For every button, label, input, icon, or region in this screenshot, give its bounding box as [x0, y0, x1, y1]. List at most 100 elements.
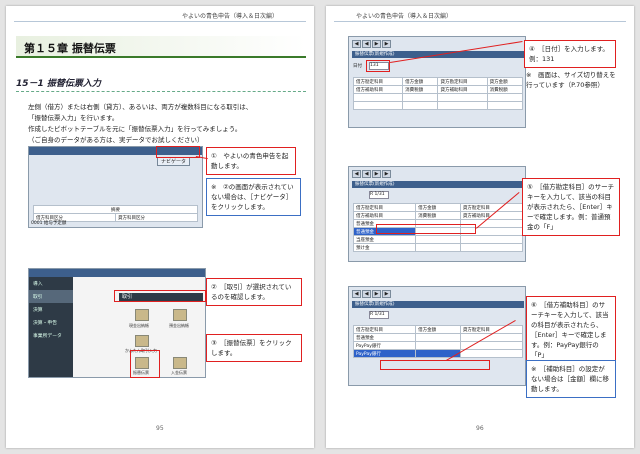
next-icon[interactable]: ▶ — [372, 290, 381, 298]
running-header: やよいの青色申告（導入＆日次編） — [356, 13, 453, 20]
icon-label: 現金出納帳 — [129, 323, 149, 328]
menu-item-selected[interactable]: 取引 — [29, 290, 73, 303]
col-header: 借方金額 — [402, 77, 439, 86]
ledger-icon[interactable] — [135, 309, 149, 321]
callout-4: ④ ［日付］を入力します。例：131 — [524, 40, 616, 68]
highlight-box — [114, 290, 206, 302]
grid-cell[interactable] — [415, 243, 461, 252]
deposit-slip-icon[interactable] — [173, 357, 187, 369]
grid-cell[interactable]: PayPay銀行 — [352, 341, 417, 350]
callout-5: ⑤ ［借方勘定科目］のサーチキーを入力して、該当の科目が表示されたら、［Ente… — [522, 178, 620, 236]
callout-2: ② ［取引］が選択されているのを確認します。 — [206, 278, 302, 306]
body-line: 「振替伝票入力」を行います。 — [28, 114, 119, 122]
menu-item[interactable]: 事業所データ — [29, 329, 73, 342]
menu-item[interactable]: 決算 — [29, 303, 73, 316]
grid-cell[interactable] — [402, 93, 439, 102]
note-resize: ※ 画面は、サイズ切り替えを行っています（P.70参照） — [526, 71, 616, 89]
callout-6: ⑥ ［借方補助科目］のサーチキーを入力して、該当の科目が表示されたら、［Ente… — [526, 296, 616, 364]
window-title: 振替伝票(新規作成) — [352, 181, 524, 188]
search-result[interactable]: 預け金 — [352, 243, 417, 252]
grid-col: 貸方科目区分 — [115, 213, 198, 222]
col-header: 貸方補助科目 — [437, 85, 488, 94]
ledger-icon[interactable] — [173, 309, 187, 321]
screenshot-date: ◀ ◀ ▶ ▶ 振替伝票(新規作成) 日付 131 借方勘定科目 借方金額 貸方勘定科目貸… — [348, 36, 526, 128]
col-header: 借方補助科目 — [352, 211, 417, 220]
callout-3: ③ ［振替伝票］をクリックします。 — [206, 334, 302, 362]
grid-cell[interactable] — [415, 235, 461, 244]
grid-cell[interactable] — [459, 235, 524, 244]
last-icon[interactable]: ▶ — [382, 40, 391, 48]
body-line: （ご自身のデータがある方は、実データでお試しください） — [28, 136, 204, 144]
window-title: 振替伝票(新規作成) — [352, 301, 524, 308]
chapter-title: 第１５章 振替伝票 — [16, 36, 306, 58]
status-text: 0001 給与予定額 — [31, 221, 67, 226]
highlight-box — [376, 224, 476, 234]
prev-icon[interactable]: ◀ — [362, 290, 371, 298]
page-number: 95 — [156, 425, 164, 432]
next-icon[interactable]: ▶ — [372, 40, 381, 48]
date-label: 日付 — [353, 64, 362, 69]
grid-cell[interactable] — [402, 101, 439, 110]
navigator-button[interactable]: ナビゲータ — [156, 157, 190, 166]
grid-cell[interactable] — [415, 341, 461, 350]
date-field[interactable]: R 1/31 — [369, 191, 389, 199]
col-header: 借方勘定科目 — [352, 203, 417, 212]
prev-icon[interactable]: ◀ — [362, 40, 371, 48]
highlight-box — [380, 360, 490, 370]
highlight-box — [156, 146, 200, 158]
callout-note: ※ ②の画面が表示されていない場合は、［ナビゲータ］をクリックします。 — [206, 178, 301, 216]
first-icon[interactable]: ◀ — [352, 170, 361, 178]
search-result[interactable]: 当座預金 — [352, 235, 417, 244]
left-page: やよいの青色申告（導入＆日次編） 第１５章 振替伝票 15－1 振替伝票入力 左… — [6, 6, 314, 448]
header-rule — [334, 21, 626, 22]
title-bar — [29, 269, 205, 277]
next-icon[interactable]: ▶ — [372, 170, 381, 178]
col-header: 消費税額 — [415, 211, 461, 220]
search-result-selected[interactable]: PayPay銀行 — [352, 349, 417, 358]
screenshot-menu: 導入 取引 決算 決算・申告 事業所データ 取引 現金出納帳 預金出納帳 かんた… — [28, 268, 206, 378]
right-page: やよいの青色申告（導入＆日次編） ◀ ◀ ▶ ▶ 振替伝票(新規作成) 日付 131 … — [326, 6, 634, 448]
grid-cell[interactable] — [352, 101, 404, 110]
nav-buttons: ◀ ◀ ▶ ▶ — [352, 170, 391, 178]
col-header: 消費税額 — [402, 85, 439, 94]
prev-icon[interactable]: ◀ — [362, 170, 371, 178]
body-line: 作成したピボットテーブルを元に「振替伝票入力」を行ってみましょう。 — [28, 125, 242, 133]
header-rule — [14, 21, 306, 22]
col-header: 借方勘定科目 — [352, 77, 404, 86]
screenshot-navigator: ナビゲータ 摘要 借方科目区分 貸方科目区分 0001 給与予定額 — [28, 146, 203, 228]
highlight-box — [130, 350, 160, 378]
grid-cell[interactable] — [352, 93, 404, 102]
highlight-box — [366, 60, 390, 72]
menu-item[interactable]: 決算・申告 — [29, 316, 73, 329]
grid-cell[interactable] — [437, 101, 488, 110]
body-line: 左側（借方）または右側（貸方）、あるいは、両方が複数科目になる取引は、 — [28, 103, 253, 111]
icon-label: 入金伝票 — [171, 370, 187, 375]
quick-entry-icon[interactable] — [135, 335, 149, 347]
grid-cell[interactable] — [437, 93, 488, 102]
menu-item[interactable]: 導入 — [29, 277, 73, 290]
last-icon[interactable]: ▶ — [382, 290, 391, 298]
col-header: 貸方金額 — [486, 77, 524, 86]
col-header: 貸方勘定科目 — [437, 77, 488, 86]
grid-cell[interactable] — [459, 243, 524, 252]
grid-cell[interactable]: 普通預金 — [352, 333, 417, 342]
icon-label: 預金出納帳 — [169, 323, 189, 328]
col-header: 借方勘定科目 — [352, 325, 417, 334]
col-header: 借方補助科目 — [352, 85, 404, 94]
screenshot-sub-account: ◀ ◀ ▶ ▶ 振替伝票(新規作成) R 1/31 借方勘定科目 借方金額 貸方勘定科目 … — [348, 286, 526, 386]
col-header: 借方金額 — [415, 325, 461, 334]
callout-note: ※ ［補助科目］の設定がない場合は［金額］欄に移動します。 — [526, 360, 616, 398]
grid-cell[interactable] — [459, 349, 524, 358]
nav-buttons: ◀ ◀ ▶ ▶ — [352, 40, 391, 48]
side-menu: 導入 取引 決算 決算・申告 事業所データ — [29, 277, 73, 377]
grid-cell[interactable] — [486, 93, 524, 102]
first-icon[interactable]: ◀ — [352, 40, 361, 48]
grid-cell[interactable] — [486, 101, 524, 110]
screenshot-debit-account: ◀ ◀ ▶ ▶ 振替伝票(新規作成) R 1/31 借方勘定科目 借方金額 貸方勘定科目 … — [348, 166, 526, 262]
page-number: 96 — [476, 425, 484, 432]
first-icon[interactable]: ◀ — [352, 290, 361, 298]
last-icon[interactable]: ▶ — [382, 170, 391, 178]
grid-cell[interactable] — [415, 333, 461, 342]
date-field[interactable]: R 1/31 — [369, 311, 389, 319]
grid-header: 摘要 — [33, 205, 198, 214]
